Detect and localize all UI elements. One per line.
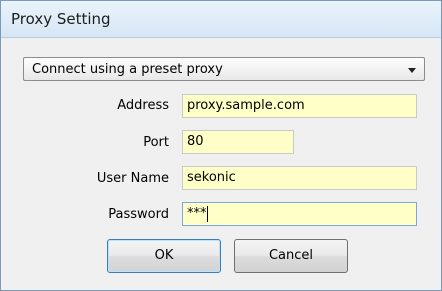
user-name-field[interactable]: sekonic: [182, 166, 417, 190]
proxy-mode-selected: Connect using a preset proxy: [32, 62, 223, 77]
ok-button[interactable]: OK: [107, 239, 221, 273]
address-field[interactable]: proxy.sample.com: [182, 94, 417, 118]
window-title: Proxy Setting: [11, 10, 111, 28]
user-name-label: User Name: [96, 171, 169, 186]
text-caret: [206, 206, 208, 222]
address-label: Address: [117, 98, 169, 113]
password-masked-value: ***: [187, 206, 207, 221]
cancel-button[interactable]: Cancel: [234, 239, 348, 273]
proxy-setting-dialog: Proxy Setting Connect using a preset pro…: [0, 0, 442, 291]
password-label: Password: [108, 207, 169, 222]
title-bar[interactable]: Proxy Setting: [1, 1, 441, 38]
password-field[interactable]: ***: [182, 202, 417, 226]
proxy-mode-dropdown[interactable]: Connect using a preset proxy: [23, 57, 425, 81]
port-label: Port: [143, 135, 169, 150]
port-field[interactable]: 80: [182, 130, 294, 154]
chevron-down-icon: [408, 68, 416, 73]
